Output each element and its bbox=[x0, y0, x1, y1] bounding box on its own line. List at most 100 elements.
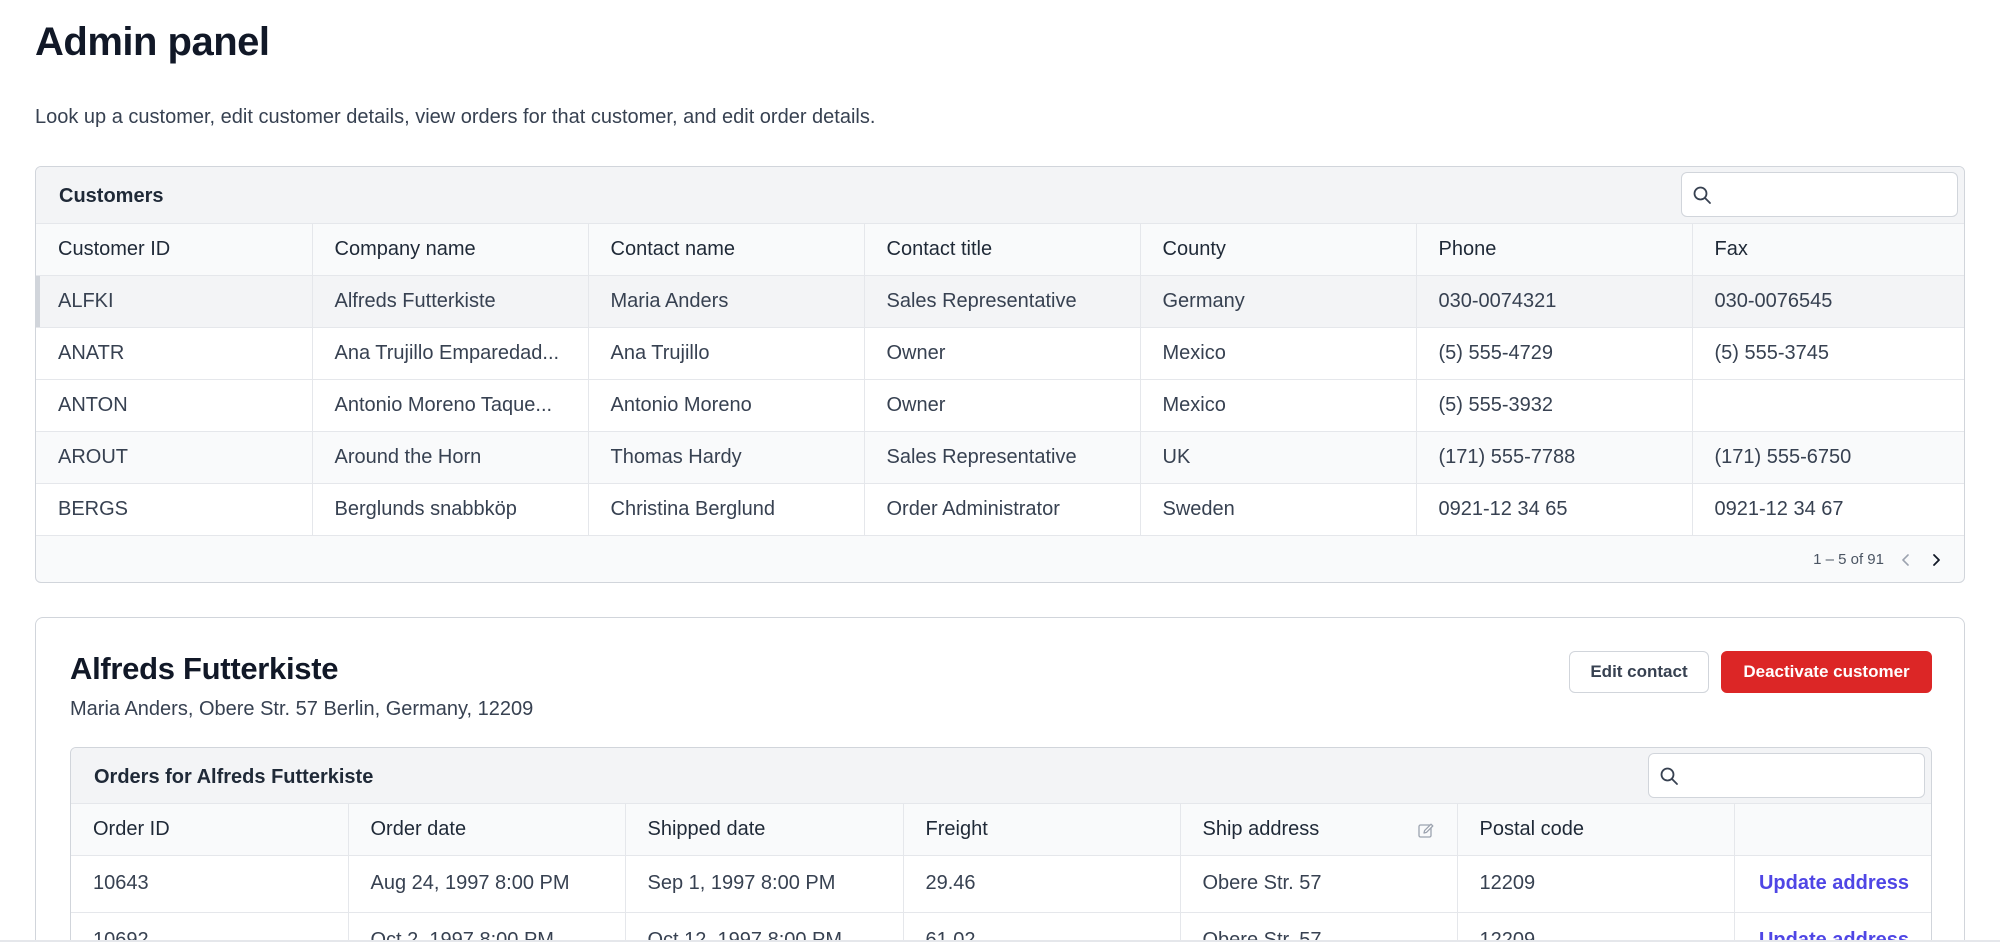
column-phone[interactable]: Phone bbox=[1416, 224, 1693, 276]
orders-header: Orders for Alfreds Futterkiste bbox=[71, 748, 1931, 804]
column-postal-code[interactable]: Postal code bbox=[1457, 804, 1735, 856]
table-cell: BERGS bbox=[36, 483, 313, 536]
chevron-left-icon[interactable] bbox=[1898, 552, 1914, 568]
table-cell: (5) 555-3745 bbox=[1692, 327, 1964, 380]
table-row[interactable]: 10692 Oct 2, 1997 8:00 PM Oct 12, 1997 8… bbox=[71, 912, 1931, 942]
pagination-label: 1 – 5 of 91 bbox=[1813, 551, 1884, 568]
table-cell: Mexico bbox=[1140, 327, 1417, 380]
table-cell: ALFKI bbox=[36, 275, 313, 328]
table-cell: 10692 bbox=[71, 912, 349, 942]
column-order-id[interactable]: Order ID bbox=[71, 804, 349, 856]
column-actions bbox=[1734, 804, 1931, 856]
search-icon bbox=[1660, 767, 1678, 785]
column-contact-name[interactable]: Contact name bbox=[588, 224, 865, 276]
table-cell: Alfreds Futterkiste bbox=[312, 275, 589, 328]
table-row[interactable]: ALFKI Alfreds Futterkiste Maria Anders S… bbox=[36, 275, 1964, 328]
orders-title: Orders for Alfreds Futterkiste bbox=[94, 766, 374, 788]
column-ship-address[interactable]: Ship address bbox=[1180, 804, 1458, 856]
table-cell: Antonio Moreno Taque... bbox=[312, 379, 589, 432]
column-company-name[interactable]: Company name bbox=[312, 224, 589, 276]
table-cell: 12209 bbox=[1457, 855, 1735, 913]
customers-search-input[interactable] bbox=[1720, 181, 1950, 209]
column-customer-id[interactable]: Customer ID bbox=[36, 224, 313, 276]
deactivate-customer-button[interactable]: Deactivate customer bbox=[1721, 651, 1932, 693]
table-cell: 0921-12 34 65 bbox=[1416, 483, 1693, 536]
table-cell: (5) 555-4729 bbox=[1416, 327, 1693, 380]
table-cell: Order Administrator bbox=[864, 483, 1141, 536]
customers-search[interactable] bbox=[1681, 172, 1958, 217]
table-cell: Thomas Hardy bbox=[588, 431, 865, 484]
table-cell: Ana Trujillo Emparedad... bbox=[312, 327, 589, 380]
pencil-icon bbox=[1417, 823, 1433, 838]
customers-panel: Customers Customer ID Company name Conta… bbox=[35, 166, 1965, 583]
customers-table: Customer ID Company name Contact name Co… bbox=[36, 224, 1964, 536]
table-cell: Sweden bbox=[1140, 483, 1417, 536]
table-cell: Aug 24, 1997 8:00 PM bbox=[348, 855, 626, 913]
page-subtitle: Look up a customer, edit customer detail… bbox=[35, 106, 876, 128]
page-title: Admin panel bbox=[35, 20, 270, 64]
table-cell: Update address bbox=[1734, 912, 1931, 942]
customer-address: Maria Anders, Obere Str. 57 Berlin, Germ… bbox=[70, 698, 534, 720]
table-cell: Germany bbox=[1140, 275, 1417, 328]
column-contact-title[interactable]: Contact title bbox=[864, 224, 1141, 276]
table-cell: Obere Str. 57 bbox=[1180, 855, 1458, 913]
orders-search[interactable] bbox=[1648, 753, 1925, 798]
table-cell: 030-0076545 bbox=[1692, 275, 1964, 328]
orders-header-row: Order ID Order date Shipped date Freight… bbox=[71, 804, 1931, 856]
table-cell: Maria Anders bbox=[588, 275, 865, 328]
column-shipped-date[interactable]: Shipped date bbox=[625, 804, 904, 856]
table-row[interactable]: ANTON Antonio Moreno Taque... Antonio Mo… bbox=[36, 379, 1964, 432]
table-row[interactable]: 10643 Aug 24, 1997 8:00 PM Sep 1, 1997 8… bbox=[71, 855, 1931, 913]
table-cell: Oct 12, 1997 8:00 PM bbox=[625, 912, 904, 942]
column-county[interactable]: County bbox=[1140, 224, 1417, 276]
table-cell: 10643 bbox=[71, 855, 349, 913]
customers-header-row: Customer ID Company name Contact name Co… bbox=[36, 224, 1964, 276]
column-freight[interactable]: Freight bbox=[903, 804, 1181, 856]
table-cell: Owner bbox=[864, 327, 1141, 380]
customer-company-title: Alfreds Futterkiste bbox=[70, 651, 339, 686]
table-cell: 61.02 bbox=[903, 912, 1181, 942]
table-cell: ANATR bbox=[36, 327, 313, 380]
table-row[interactable]: ANATR Ana Trujillo Emparedad... Ana Truj… bbox=[36, 327, 1964, 380]
table-cell: Around the Horn bbox=[312, 431, 589, 484]
table-cell: 030-0074321 bbox=[1416, 275, 1693, 328]
table-cell: Ana Trujillo bbox=[588, 327, 865, 380]
table-cell: 12209 bbox=[1457, 912, 1735, 942]
table-cell: Antonio Moreno bbox=[588, 379, 865, 432]
customers-header: Customers bbox=[36, 167, 1964, 224]
table-cell: UK bbox=[1140, 431, 1417, 484]
customers-title: Customers bbox=[59, 185, 164, 207]
table-cell: Sales Representative bbox=[864, 275, 1141, 328]
column-ship-address-label: Ship address bbox=[1202, 817, 1320, 840]
search-icon bbox=[1693, 186, 1711, 204]
table-cell: (171) 555-6750 bbox=[1692, 431, 1964, 484]
edit-contact-button[interactable]: Edit contact bbox=[1569, 651, 1709, 693]
table-cell: (5) 555-3932 bbox=[1416, 379, 1693, 432]
orders-search-input[interactable] bbox=[1687, 762, 1917, 790]
chevron-right-icon[interactable] bbox=[1928, 552, 1944, 568]
table-cell: Berglunds snabbköp bbox=[312, 483, 589, 536]
page: Admin panel Look up a customer, edit cus… bbox=[35, 0, 1965, 942]
table-cell: Mexico bbox=[1140, 379, 1417, 432]
table-cell: AROUT bbox=[36, 431, 313, 484]
table-cell: Sep 1, 1997 8:00 PM bbox=[625, 855, 904, 913]
pagination: 1 – 5 of 91 bbox=[1813, 551, 1944, 568]
table-row[interactable]: BERGS Berglunds snabbköp Christina Bergl… bbox=[36, 483, 1964, 536]
table-cell: Update address bbox=[1734, 855, 1931, 913]
table-cell: 29.46 bbox=[903, 855, 1181, 913]
table-cell: Oct 2, 1997 8:00 PM bbox=[348, 912, 626, 942]
table-cell: ANTON bbox=[36, 379, 313, 432]
customer-detail-card: Alfreds Futterkiste Maria Anders, Obere … bbox=[35, 617, 1965, 942]
table-cell bbox=[1692, 379, 1964, 432]
table-cell: Obere Str. 57 bbox=[1180, 912, 1458, 942]
column-order-date[interactable]: Order date bbox=[348, 804, 626, 856]
table-cell: Christina Berglund bbox=[588, 483, 865, 536]
orders-panel: Orders for Alfreds Futterkiste Order ID bbox=[70, 747, 1932, 942]
table-cell: Owner bbox=[864, 379, 1141, 432]
table-row[interactable]: AROUT Around the Horn Thomas Hardy Sales… bbox=[36, 431, 1964, 484]
table-cell: Sales Representative bbox=[864, 431, 1141, 484]
update-address-link[interactable]: Update address bbox=[1757, 872, 1909, 895]
column-fax[interactable]: Fax bbox=[1692, 224, 1964, 276]
table-cell: 0921-12 34 67 bbox=[1692, 483, 1964, 536]
orders-table: Order ID Order date Shipped date Freight… bbox=[71, 804, 1931, 942]
